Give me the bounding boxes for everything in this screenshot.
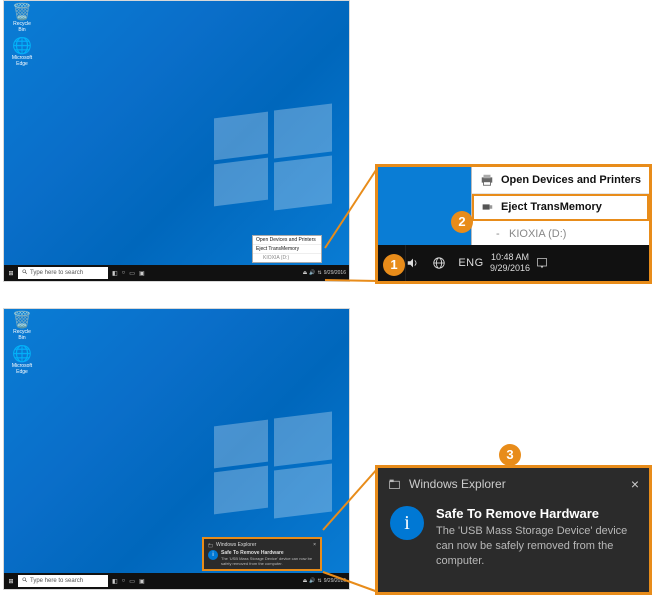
- callout-toast[interactable]: Windows Explorer × i Safe To Remove Hard…: [375, 465, 652, 595]
- menu-drive-entry[interactable]: - KIOXIA (D:): [472, 221, 649, 247]
- drive-label: KIOXIA (D:): [509, 228, 566, 240]
- tray-clock[interactable]: 10:48 AM 9/29/2016: [490, 252, 536, 274]
- step-badge-1: 1: [383, 254, 405, 276]
- tray-time: 10:48 AM: [490, 252, 530, 263]
- toast-app-name: Windows Explorer: [409, 477, 506, 491]
- toast-message: The 'USB Mass Storage Device' device can…: [436, 524, 637, 569]
- dash-icon: -: [496, 228, 502, 240]
- tray-strip: ENG 10:48 AM 9/29/2016: [378, 245, 649, 281]
- info-icon: i: [390, 506, 424, 540]
- usb-drive-icon: [480, 200, 494, 214]
- eject-transmemory-label: Eject TransMemory: [501, 201, 602, 213]
- open-devices-label: Open Devices and Printers: [501, 174, 641, 186]
- tray-action-center-icon[interactable]: [536, 257, 554, 269]
- printer-icon: [480, 173, 494, 187]
- toast-title: Safe To Remove Hardware: [436, 506, 637, 521]
- step-badge-3: 3: [499, 444, 521, 466]
- explorer-app-icon: [388, 478, 401, 491]
- step-badge-2: 2: [451, 211, 473, 233]
- toast-close-button[interactable]: ×: [631, 476, 639, 492]
- toast-header: Windows Explorer ×: [378, 468, 649, 500]
- eject-context-menu: Open Devices and Printers Eject TransMem…: [471, 167, 649, 245]
- tray-audio-icon[interactable]: [406, 256, 432, 270]
- menu-open-devices[interactable]: Open Devices and Printers: [472, 167, 649, 194]
- tray-network-icon-big[interactable]: [432, 256, 458, 270]
- menu-eject-transmemory[interactable]: Eject TransMemory: [472, 194, 649, 221]
- tray-language[interactable]: ENG: [458, 257, 484, 269]
- callout-eject-menu: Open Devices and Printers Eject TransMem…: [375, 164, 652, 284]
- tray-date-big: 9/29/2016: [490, 263, 530, 274]
